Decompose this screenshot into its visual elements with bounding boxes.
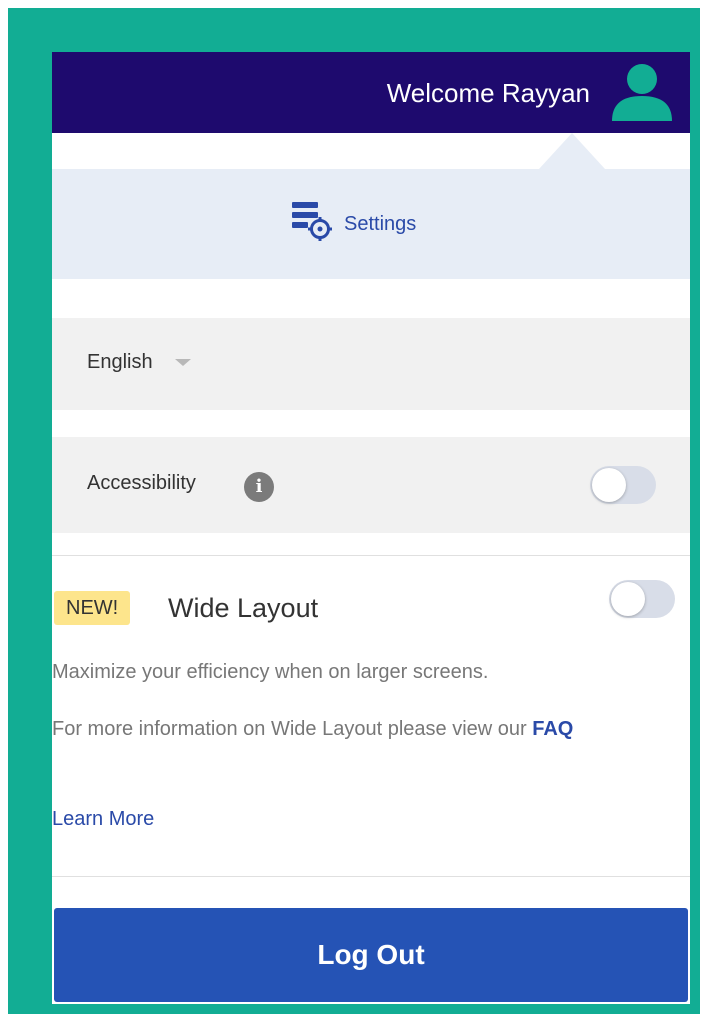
wide-layout-toggle[interactable]	[609, 580, 675, 618]
info-icon[interactable]: i	[244, 472, 274, 502]
settings-dropdown-panel: Welcome Rayyan Settings English Accessib…	[52, 52, 690, 1004]
settings-list-gear-icon	[290, 199, 336, 250]
header-bar: Welcome Rayyan	[52, 52, 690, 133]
user-icon[interactable]	[610, 63, 674, 121]
new-badge: NEW!	[54, 591, 131, 625]
dropdown-caret-pointer	[539, 133, 605, 169]
wide-layout-title: Wide Layout	[168, 593, 319, 623]
wide-layout-description: Maximize your efficiency when on larger …	[52, 661, 489, 683]
wide-layout-info: For more information on Wide Layout plea…	[52, 711, 662, 747]
logout-button[interactable]: Log Out	[54, 908, 688, 1002]
language-select[interactable]: English	[87, 351, 191, 374]
toggle-knob	[611, 582, 645, 616]
app-frame: Welcome Rayyan Settings English Accessib…	[8, 8, 700, 1014]
accessibility-toggle[interactable]	[590, 466, 656, 504]
divider	[52, 555, 690, 556]
accessibility-row: Accessibility i	[52, 437, 690, 533]
language-row: English	[52, 318, 690, 410]
learn-more-link[interactable]: Learn More	[52, 804, 154, 834]
settings-bar: Settings	[52, 169, 690, 279]
dropdown-caret-icon	[174, 359, 191, 366]
language-selected-value: English	[87, 351, 153, 373]
wide-layout-info-text: For more information on Wide Layout plea…	[52, 718, 533, 740]
faq-link[interactable]: FAQ	[532, 718, 573, 740]
divider	[52, 876, 690, 877]
welcome-text: Welcome Rayyan	[386, 78, 590, 108]
toggle-knob	[592, 468, 626, 502]
accessibility-label: Accessibility	[87, 472, 196, 494]
settings-button[interactable]: Settings	[290, 199, 416, 249]
settings-label: Settings	[344, 212, 417, 235]
